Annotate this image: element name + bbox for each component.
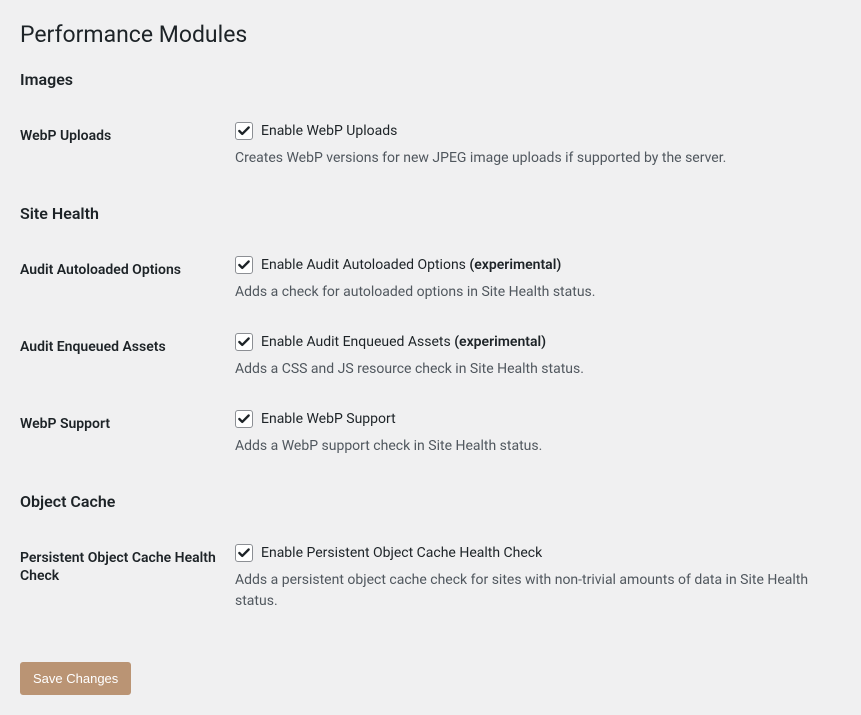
setting-description-audit-enqueued: Adds a CSS and JS resource check in Site… xyxy=(235,359,831,380)
setting-label-webp-uploads: WebP Uploads xyxy=(20,107,235,184)
setting-row-persistent-cache: Persistent Object Cache Health Check Ena… xyxy=(20,529,841,627)
setting-description-audit-autoloaded: Adds a check for autoloaded options in S… xyxy=(235,282,831,303)
checkbox-label-audit-autoloaded[interactable]: Enable Audit Autoloaded Options (experim… xyxy=(261,257,561,273)
settings-table-site-health: Audit Autoloaded Options Enable Audit Au… xyxy=(20,241,841,472)
section-title-object-cache: Object Cache xyxy=(20,492,841,511)
checkbox-webp-uploads[interactable] xyxy=(235,122,253,140)
section-title-site-health: Site Health xyxy=(20,204,841,223)
settings-table-object-cache: Persistent Object Cache Health Check Ena… xyxy=(20,529,841,627)
setting-row-audit-autoloaded: Audit Autoloaded Options Enable Audit Au… xyxy=(20,241,841,318)
settings-table-images: WebP Uploads Enable WebP Uploads Creates… xyxy=(20,107,841,184)
checkbox-audit-enqueued[interactable] xyxy=(235,333,253,351)
section-title-images: Images xyxy=(20,70,841,89)
setting-description-webp-uploads: Creates WebP versions for new JPEG image… xyxy=(235,148,831,169)
checkmark-icon xyxy=(237,258,251,272)
setting-row-webp-support: WebP Support Enable WebP Support Adds a … xyxy=(20,395,841,472)
save-changes-button[interactable]: Save Changes xyxy=(20,662,131,696)
checkmark-icon xyxy=(237,412,251,426)
checkbox-persistent-cache[interactable] xyxy=(235,544,253,562)
checkmark-icon xyxy=(237,124,251,138)
checkbox-label-webp-uploads[interactable]: Enable WebP Uploads xyxy=(261,123,397,139)
checkbox-label-audit-enqueued[interactable]: Enable Audit Enqueued Assets (experiment… xyxy=(261,334,546,350)
setting-label-persistent-cache: Persistent Object Cache Health Check xyxy=(20,529,235,627)
setting-description-webp-support: Adds a WebP support check in Site Health… xyxy=(235,436,831,457)
checkbox-label-persistent-cache[interactable]: Enable Persistent Object Cache Health Ch… xyxy=(261,545,542,561)
setting-row-audit-enqueued: Audit Enqueued Assets Enable Audit Enque… xyxy=(20,318,841,395)
checkmark-icon xyxy=(237,335,251,349)
setting-label-audit-autoloaded: Audit Autoloaded Options xyxy=(20,241,235,318)
setting-label-webp-support: WebP Support xyxy=(20,395,235,472)
checkbox-audit-autoloaded[interactable] xyxy=(235,256,253,274)
checkmark-icon xyxy=(237,546,251,560)
setting-label-audit-enqueued: Audit Enqueued Assets xyxy=(20,318,235,395)
setting-description-persistent-cache: Adds a persistent object cache check for… xyxy=(235,570,831,612)
page-title: Performance Modules xyxy=(20,20,841,50)
checkbox-label-webp-support[interactable]: Enable WebP Support xyxy=(261,411,396,427)
checkbox-webp-support[interactable] xyxy=(235,410,253,428)
setting-row-webp-uploads: WebP Uploads Enable WebP Uploads Creates… xyxy=(20,107,841,184)
